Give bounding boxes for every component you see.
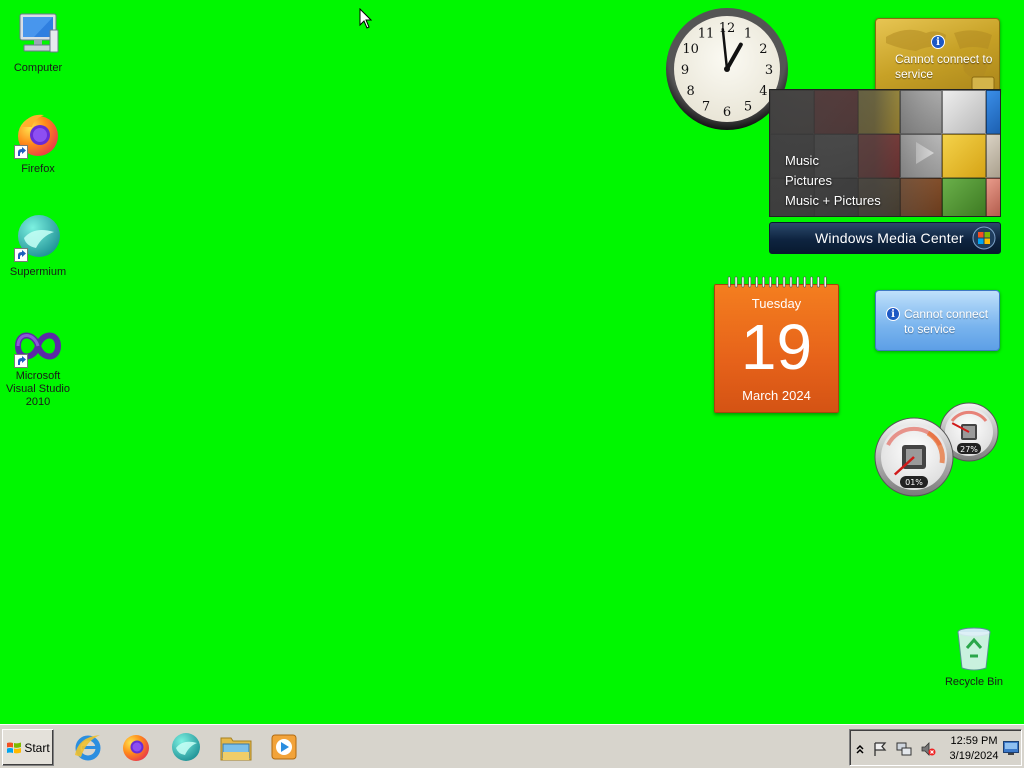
- clock-numeral: 11: [698, 27, 715, 42]
- shortcut-arrow-icon: [14, 248, 28, 262]
- show-desktop-icon[interactable]: [1003, 741, 1019, 755]
- calendar-ring: [823, 276, 827, 288]
- calendar-ring: [755, 276, 759, 288]
- calendar-ring: [734, 276, 738, 288]
- calendar-ring: [768, 276, 772, 288]
- desktop-icon-supermium[interactable]: Supermium: [0, 214, 76, 279]
- info-icon: i: [931, 35, 945, 49]
- taskbar-firefox[interactable]: [116, 729, 156, 765]
- calendar-month-year: March 2024: [742, 388, 811, 403]
- clock-hub: [724, 66, 730, 72]
- calendar-ring: [789, 276, 793, 288]
- calendar-ring: [803, 276, 807, 288]
- cpu-meter-gadget[interactable]: 27% 01%: [874, 401, 1000, 497]
- calendar-binding-rings: [727, 276, 827, 288]
- weather-gadget[interactable]: i Cannot connect to service: [875, 290, 1000, 351]
- start-button[interactable]: Start: [2, 729, 54, 766]
- firefox-icon: [123, 735, 149, 761]
- calendar-page: Tuesday 19 March 2024: [714, 284, 839, 413]
- show-hidden-icons-chevron-icon[interactable]: [852, 741, 868, 757]
- clock-numeral: 9: [681, 63, 689, 78]
- clock-numeral: 12: [719, 21, 736, 36]
- taskbar-time: 12:59 PM: [950, 735, 998, 747]
- desktop-icon-label: Recycle Bin: [944, 676, 1004, 688]
- clock-numeral: 10: [682, 42, 699, 57]
- calendar-ring: [727, 276, 731, 288]
- notification-area: 12:59 PM 3/19/2024: [849, 729, 1022, 766]
- calendar-ring: [762, 276, 765, 288]
- clock-numeral: 3: [765, 63, 773, 78]
- media-center-menu: Music Pictures Music + Pictures: [785, 151, 881, 211]
- desktop-icon-label: Microsoft Visual Studio 2010: [5, 370, 70, 408]
- clock-numeral: 6: [723, 105, 731, 120]
- calendar-ring: [810, 276, 813, 288]
- taskbar-internet-explorer[interactable]: [68, 729, 108, 765]
- clock-numeral: 7: [702, 99, 710, 114]
- calendar-ring: [775, 276, 779, 288]
- media-center-gadget[interactable]: Music Pictures Music + Pictures Windows …: [769, 89, 1001, 254]
- desktop-icon-firefox[interactable]: Firefox: [0, 111, 76, 176]
- start-label: Start: [24, 740, 50, 755]
- clock-numeral: 8: [686, 84, 694, 99]
- visual-studio-icon: [14, 326, 62, 368]
- clock-numeral: 2: [759, 42, 767, 57]
- desktop-icon-computer[interactable]: Computer: [0, 10, 76, 75]
- desktop-icon-label: Supermium: [9, 266, 67, 278]
- desktop-icon-label: Firefox: [21, 163, 55, 175]
- volume-muted-icon[interactable]: [920, 741, 936, 757]
- computer-icon: [14, 10, 62, 58]
- windows-explorer-icon: [220, 737, 252, 761]
- taskbar-supermium[interactable]: [166, 729, 206, 765]
- media-center-launch-bar[interactable]: Windows Media Center: [769, 222, 1001, 254]
- taskbar: Start 12:59 PM 3/19/2024: [0, 724, 1024, 768]
- network-icon[interactable]: [896, 741, 912, 757]
- media-center-brand: Windows Media Center: [815, 230, 964, 246]
- desktop-icon-visual-studio[interactable]: Microsoft Visual Studio 2010: [0, 326, 76, 409]
- windows-flag-icon: [7, 742, 22, 753]
- info-icon: i: [886, 307, 900, 321]
- calendar-ring: [816, 276, 820, 288]
- shortcut-arrow-icon: [14, 145, 28, 159]
- internet-explorer-icon: [75, 735, 101, 761]
- mouse-cursor-icon: [359, 8, 373, 29]
- desktop-icon-label: Computer: [13, 62, 63, 74]
- calendar-ring: [782, 276, 786, 288]
- calendar-ring: [748, 276, 752, 288]
- currency-error-message: Cannot connect to service: [895, 52, 993, 81]
- recycle-bin-icon: [950, 624, 998, 672]
- calendar-gadget[interactable]: Tuesday 19 March 2024: [714, 276, 839, 413]
- calendar-day: 19: [740, 311, 813, 383]
- media-player-icon: [271, 734, 297, 760]
- taskbar-date: 3/19/2024: [949, 750, 999, 762]
- media-menu-music[interactable]: Music: [785, 151, 881, 171]
- media-menu-music-pictures[interactable]: Music + Pictures: [785, 191, 881, 211]
- taskbar-windows-explorer[interactable]: [216, 729, 256, 765]
- cpu-usage-readout: 01%: [905, 478, 923, 487]
- clock-numeral: 4: [759, 84, 767, 99]
- memory-usage-readout: 27%: [960, 445, 978, 454]
- taskbar-media-player[interactable]: [264, 729, 304, 765]
- desktop-icon-recycle-bin[interactable]: Recycle Bin: [936, 624, 1012, 689]
- clock-numeral: 5: [744, 99, 752, 114]
- shortcut-arrow-icon: [14, 354, 28, 368]
- cpu-dial: 01%: [874, 417, 954, 497]
- taskbar-clock[interactable]: 12:59 PM 3/19/2024: [945, 734, 1003, 764]
- supermium-icon: [172, 733, 200, 761]
- currency-gadget[interactable]: i Cannot connect to service: [875, 18, 1000, 95]
- calendar-ring: [741, 276, 745, 288]
- clock-numeral: 1: [744, 27, 752, 42]
- windows-logo-icon: [972, 226, 996, 250]
- firefox-icon: [14, 111, 62, 159]
- action-center-flag-icon[interactable]: [872, 741, 888, 757]
- calendar-ring: [796, 276, 800, 288]
- weather-error-message: Cannot connect to service: [904, 307, 989, 336]
- supermium-icon: [14, 214, 62, 262]
- media-menu-pictures[interactable]: Pictures: [785, 171, 881, 191]
